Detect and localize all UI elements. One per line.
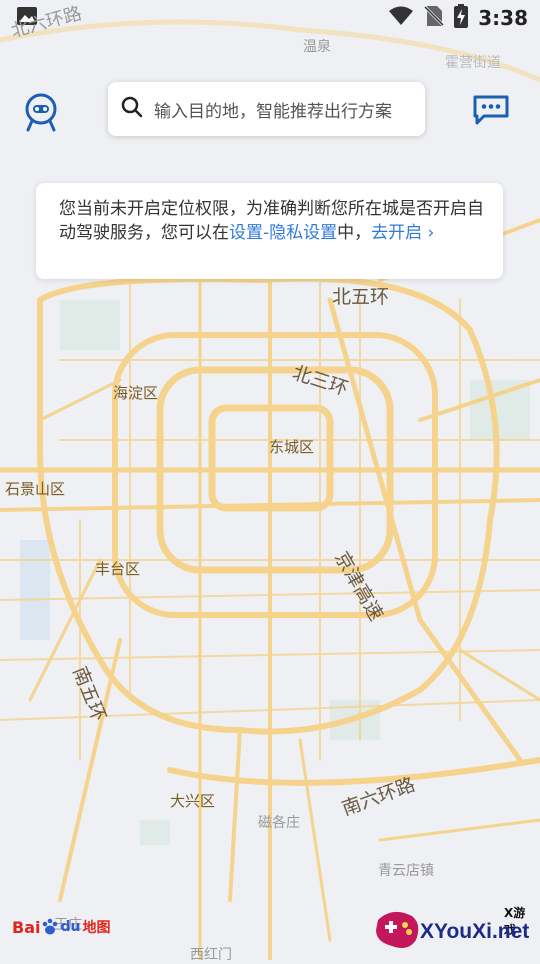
map-label-bottom: 西红门: [190, 947, 232, 963]
privacy-settings-link[interactable]: 设置-隐私设置: [229, 223, 337, 243]
notice-text-middle: 中，: [337, 223, 372, 243]
map-label-fengtai: 丰台区: [95, 560, 141, 578]
logo-du: du: [60, 919, 81, 935]
map-label-dongcheng: 东城区: [269, 438, 315, 456]
map-label-wenquan: 温泉: [303, 39, 331, 55]
paw-icon: [43, 918, 58, 935]
location-permission-notice: 您当前未开启定位权限，为准确判断您所在城是否开启自动驾驶服务，您可以在设置-隐私…: [36, 183, 503, 279]
map-label-shijingshan: 石景山区: [5, 480, 66, 498]
map-label-town-top-right: 霍营街道: [445, 55, 501, 71]
map-label-daxing: 大兴区: [170, 792, 216, 810]
search-icon: [120, 95, 144, 123]
wifi-icon: [388, 6, 414, 31]
baidu-map-logo: Bai du 地图: [12, 917, 110, 937]
search-placeholder: 输入目的地，智能推荐出行方案: [154, 101, 392, 122]
chat-bubble-icon: [473, 95, 509, 125]
messages-button[interactable]: [472, 94, 510, 126]
map-label-ring-north5: 北五环: [332, 286, 390, 308]
watermark: X游戏 XYouXi.net: [372, 900, 532, 954]
robot-icon: [25, 93, 57, 132]
clock: 3:38: [478, 6, 528, 30]
no-sim-icon: [424, 5, 445, 32]
map-label-haidian: 海淀区: [113, 384, 159, 402]
map-label-qingyundian: 青云店镇: [378, 863, 434, 879]
watermark-text: XYouXi.net: [420, 920, 530, 943]
battery-charging-icon: [454, 3, 469, 33]
enable-location-link[interactable]: 去开启 ›: [371, 223, 434, 243]
search-input[interactable]: 输入目的地，智能推荐出行方案: [108, 82, 425, 136]
gamepad-logo-icon: [376, 911, 419, 948]
map-label-cigezhuang: 磁各庄: [258, 815, 300, 831]
robot-avatar-button[interactable]: [22, 92, 60, 132]
logo-map: 地图: [82, 920, 111, 936]
logo-bai: Bai: [12, 917, 41, 937]
